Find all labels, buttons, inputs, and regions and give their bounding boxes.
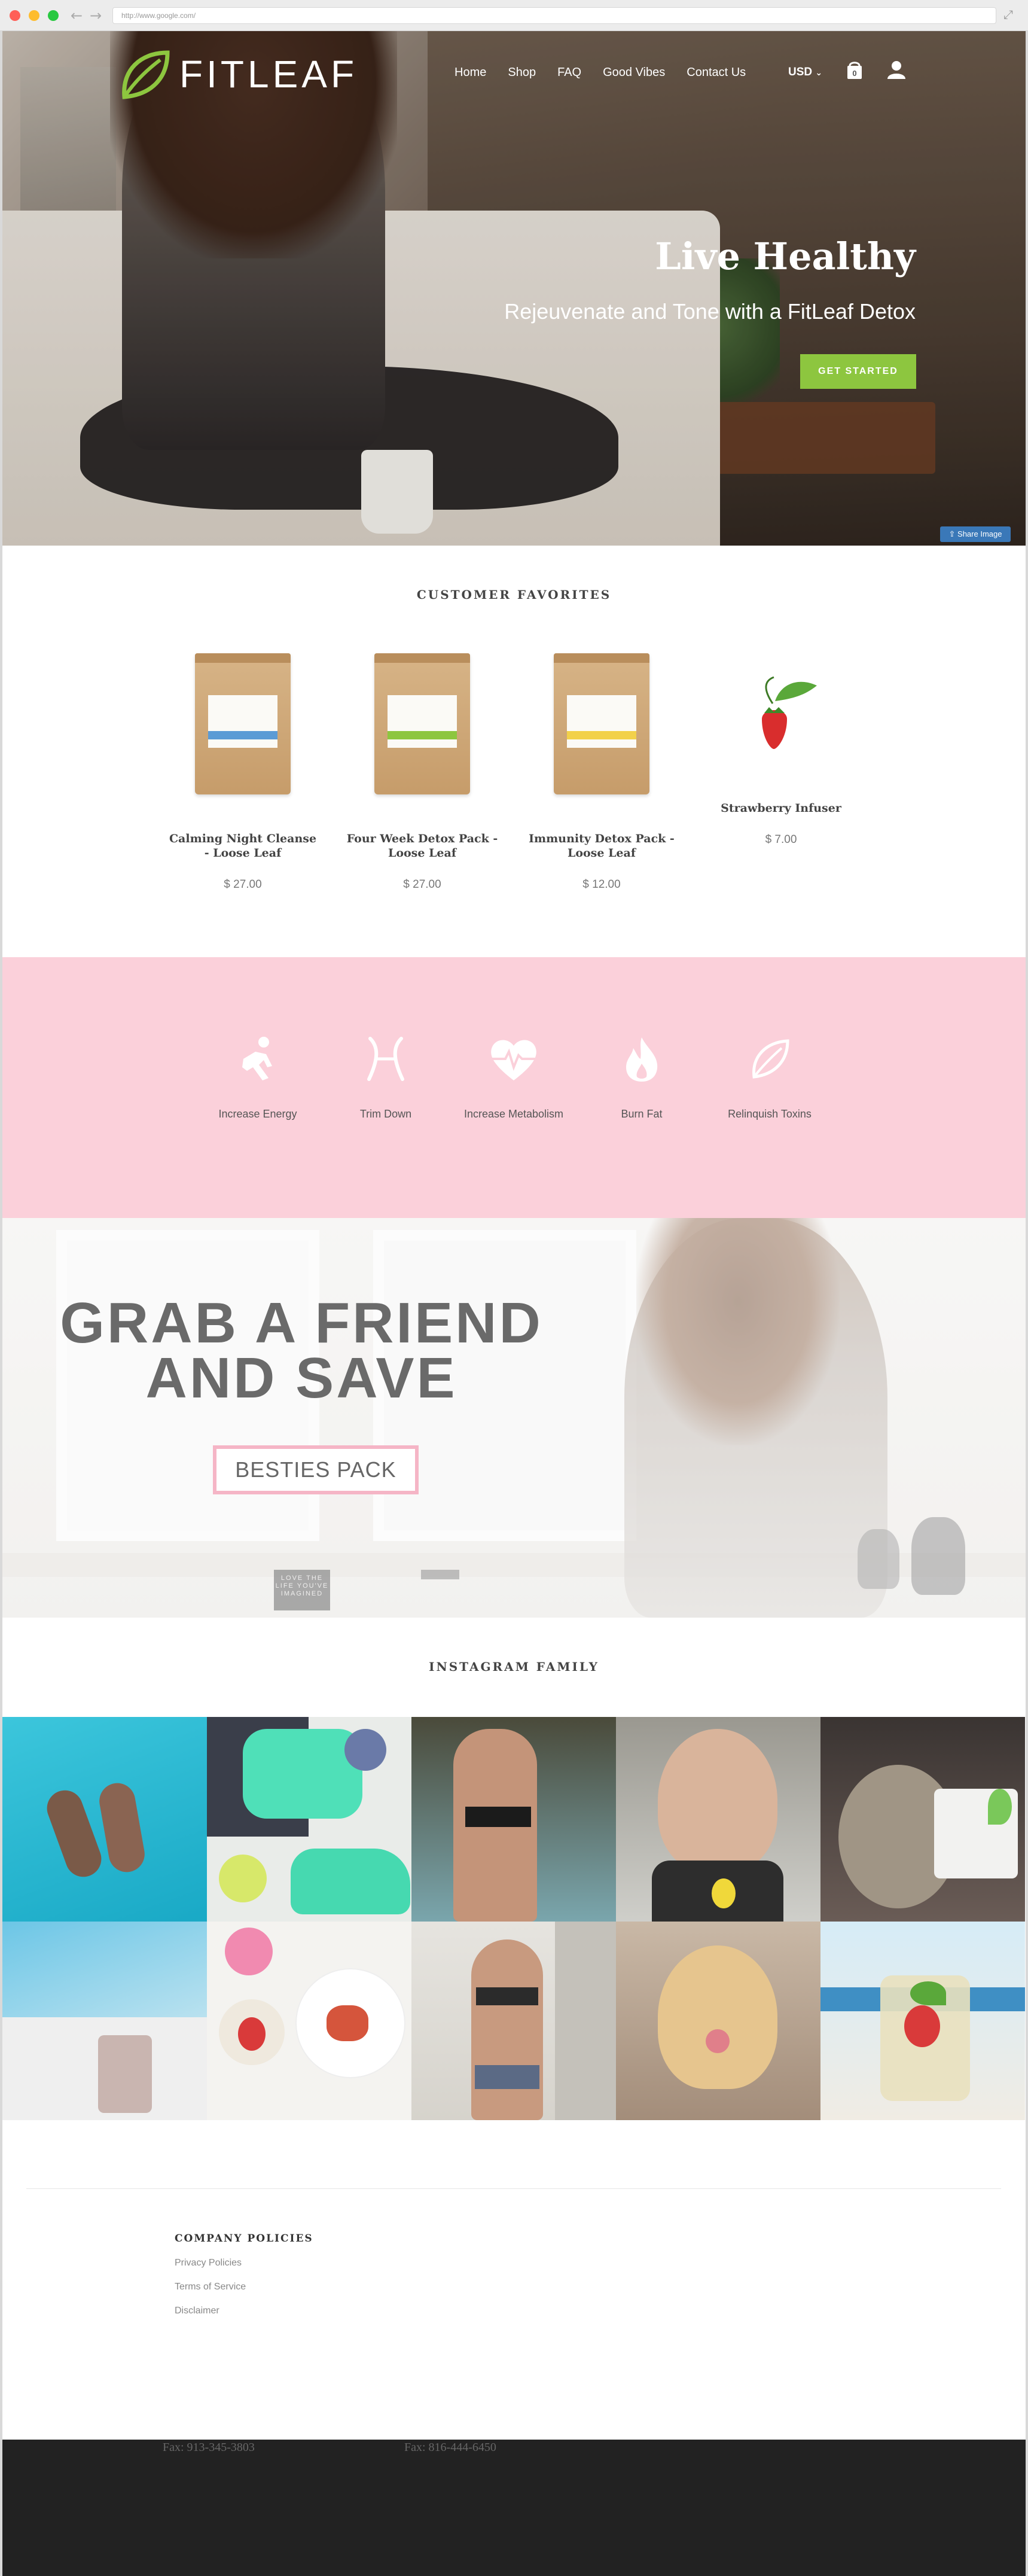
- product-price: $ 27.00: [403, 878, 441, 891]
- product-image[interactable]: [554, 653, 649, 794]
- instagram-photo[interactable]: [616, 1922, 820, 2120]
- runner-icon: [242, 1037, 272, 1080]
- promo-banner: LOVE THE LIFE YOU'VE IMAGINED GRAB A FRI…: [2, 1218, 1026, 1618]
- hero-subtitle: Rejeuvenate and Tone with a FitLeaf Deto…: [504, 299, 916, 324]
- product-name[interactable]: Strawberry Infuser: [703, 801, 859, 815]
- get-started-button[interactable]: GET STARTED: [800, 354, 916, 389]
- svg-text:0: 0: [852, 69, 856, 78]
- product-price: $ 7.00: [765, 833, 797, 846]
- benefit-label: Burn Fat: [621, 1108, 663, 1120]
- minimize-window-button[interactable]: [29, 10, 39, 21]
- benefit-label: Trim Down: [359, 1108, 412, 1120]
- chevron-down-icon: ⌄: [815, 68, 823, 78]
- instagram-photo[interactable]: [2, 1922, 207, 2120]
- benefit-item: Burn Fat: [582, 1035, 701, 1120]
- benefit-item: Increase Energy: [198, 1035, 318, 1120]
- benefit-item: Relinquish Toxins: [710, 1035, 829, 1120]
- besties-pack-button[interactable]: BESTIES PACK: [213, 1445, 419, 1494]
- promo-book: LOVE THE LIFE YOU'VE IMAGINED: [274, 1570, 330, 1610]
- heartbeat-icon: [491, 1040, 536, 1080]
- benefit-item: Trim Down: [326, 1035, 446, 1120]
- nav-good-vibes[interactable]: Good Vibes: [603, 66, 665, 80]
- strawberry-infuser-image[interactable]: [727, 665, 835, 773]
- brand-logo[interactable]: FITLEAF: [116, 47, 358, 102]
- flame-icon: [626, 1037, 658, 1082]
- product-image[interactable]: [374, 653, 470, 794]
- privacy-policies-link[interactable]: Privacy Policies: [175, 2258, 313, 2269]
- instagram-title: INSTAGRAM FAMILY: [429, 1660, 599, 1674]
- fax-number: Fax: 816-444-6450: [404, 2441, 496, 2454]
- instagram-photo[interactable]: [616, 1717, 820, 1922]
- instagram-photo[interactable]: [820, 1717, 1025, 1922]
- forward-arrow-icon[interactable]: →: [90, 7, 102, 24]
- nav-shop[interactable]: Shop: [508, 66, 536, 80]
- instagram-photo[interactable]: [207, 1922, 411, 2120]
- benefit-item: Increase Metabolism: [454, 1035, 574, 1120]
- waist-icon: [367, 1037, 404, 1081]
- main-nav: Home Shop FAQ Good Vibes Contact Us: [454, 66, 767, 80]
- instagram-photo[interactable]: [411, 1922, 616, 2120]
- terms-of-service-link[interactable]: Terms of Service: [175, 2282, 313, 2292]
- promo-handle: [421, 1570, 459, 1579]
- product-name[interactable]: Four Week Detox Pack - Loose Leaf: [344, 832, 500, 860]
- fax-number: Fax: 913-345-3803: [163, 2441, 255, 2454]
- product-price: $ 12.00: [582, 878, 621, 891]
- benefit-label: Increase Energy: [218, 1108, 297, 1120]
- footer-dark: [2, 2440, 1026, 2576]
- disclaimer-link[interactable]: Disclaimer: [175, 2306, 313, 2316]
- address-bar[interactable]: http://www.google.com/: [112, 7, 996, 24]
- brand-name: FITLEAF: [179, 53, 358, 96]
- product-card[interactable]: Calming Night Cleanse - Loose Leaf $ 27.…: [165, 653, 321, 891]
- hero-title: Live Healthy: [655, 235, 916, 278]
- product-image[interactable]: [195, 653, 291, 794]
- nav-faq[interactable]: FAQ: [557, 66, 581, 80]
- favorites-title: CUSTOMER FAVORITES: [416, 587, 612, 602]
- back-arrow-icon[interactable]: ←: [71, 7, 83, 24]
- promo-title-line2: AND SAVE: [145, 1346, 457, 1410]
- product-name[interactable]: Calming Night Cleanse - Loose Leaf: [165, 832, 321, 860]
- leaf-logo-icon: [122, 50, 170, 99]
- instagram-photo[interactable]: [207, 1717, 411, 1922]
- maximize-window-button[interactable]: [48, 10, 59, 21]
- product-card[interactable]: Immunity Detox Pack - Loose Leaf $ 12.00: [524, 653, 679, 891]
- currency-select[interactable]: USD ⌄: [788, 66, 822, 79]
- currency-value: USD: [788, 66, 813, 78]
- page: FITLEAF Home Shop FAQ Good Vibes Contact…: [2, 31, 1026, 2576]
- footer-divider: [26, 2188, 1001, 2189]
- benefits-section: Increase Energy Trim Down Increase Metab…: [2, 957, 1026, 1218]
- instagram-photo[interactable]: [820, 1922, 1025, 2120]
- close-window-button[interactable]: [10, 10, 20, 21]
- promo-title: GRAB A FRIEND AND SAVE: [56, 1295, 547, 1407]
- share-icon: ⇪: [948, 529, 958, 538]
- instagram-photo[interactable]: [2, 1717, 207, 1922]
- product-card[interactable]: Strawberry Infuser $ 7.00: [703, 665, 859, 847]
- company-policies: COMPANY POLICIES Privacy Policies Terms …: [175, 2233, 313, 2316]
- share-label: Share Image: [957, 529, 1002, 538]
- instagram-photo[interactable]: [411, 1717, 616, 1922]
- product-price: $ 27.00: [224, 878, 262, 891]
- policies-title: COMPANY POLICIES: [175, 2233, 313, 2245]
- user-icon[interactable]: [886, 60, 907, 80]
- promo-veil: [2, 1218, 1026, 1618]
- product-card[interactable]: Four Week Detox Pack - Loose Leaf $ 27.0…: [344, 653, 500, 891]
- share-image-button[interactable]: ⇪ Share Image: [940, 526, 1011, 542]
- nav-home[interactable]: Home: [454, 66, 486, 80]
- leaf-icon: [752, 1039, 789, 1079]
- nav-contact-us[interactable]: Contact Us: [687, 66, 746, 80]
- product-name[interactable]: Immunity Detox Pack - Loose Leaf: [524, 832, 679, 860]
- benefit-label: Relinquish Toxins: [728, 1108, 812, 1120]
- browser-chrome: ← → http://www.google.com/ ⤢: [0, 0, 1028, 31]
- bag-icon[interactable]: 0: [844, 60, 865, 80]
- promo-title-line1: GRAB A FRIEND: [60, 1291, 543, 1355]
- benefit-label: Increase Metabolism: [463, 1108, 564, 1120]
- fullscreen-icon[interactable]: ⤢: [1003, 7, 1013, 22]
- hero-section: FITLEAF Home Shop FAQ Good Vibes Contact…: [2, 31, 1026, 546]
- hero-shade: [2, 31, 1026, 546]
